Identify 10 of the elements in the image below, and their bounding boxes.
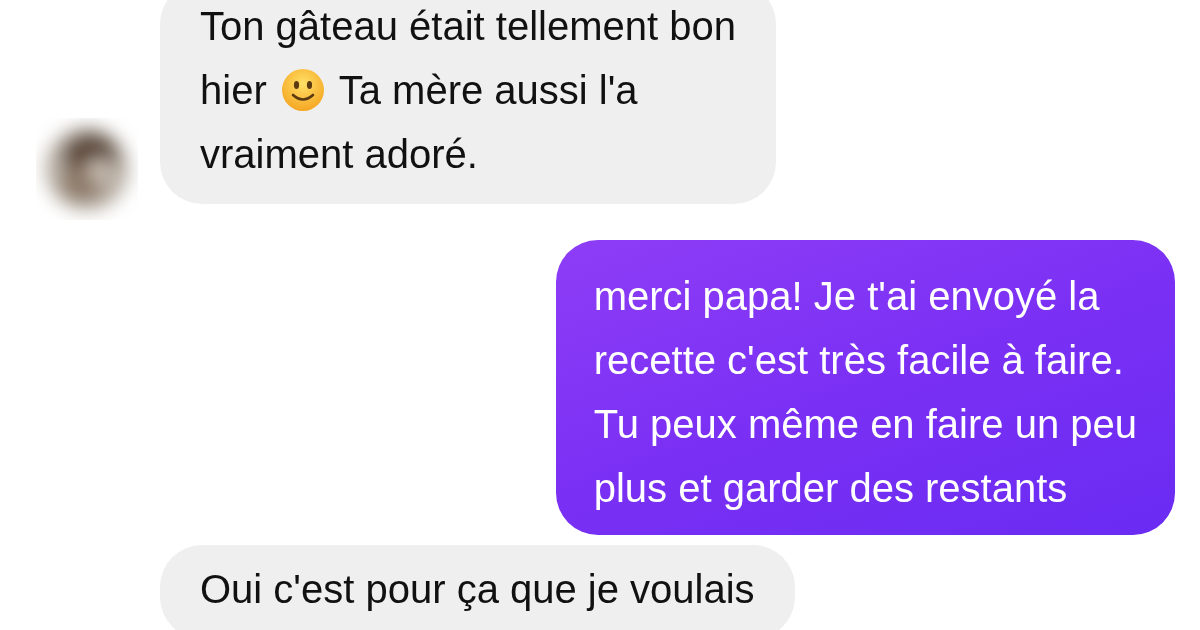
message-text: Tu peux même en faire un peu [593, 401, 1137, 447]
message-text: plus et garder des restants [593, 465, 1068, 511]
smiley-icon [280, 68, 325, 112]
message-text: vraiment adoré. [200, 131, 478, 177]
message-text: recette c'est très facile à faire. [593, 337, 1124, 383]
message-text: Ton gâteau était tellement bon [200, 3, 736, 49]
message-text: Ta mère aussi l'a [338, 67, 638, 113]
message-text: merci papa! Je t'ai envoyé la [593, 273, 1100, 319]
message-text: Oui c'est pour ça que je voulais [200, 566, 755, 612]
message-text: hier [200, 67, 267, 113]
